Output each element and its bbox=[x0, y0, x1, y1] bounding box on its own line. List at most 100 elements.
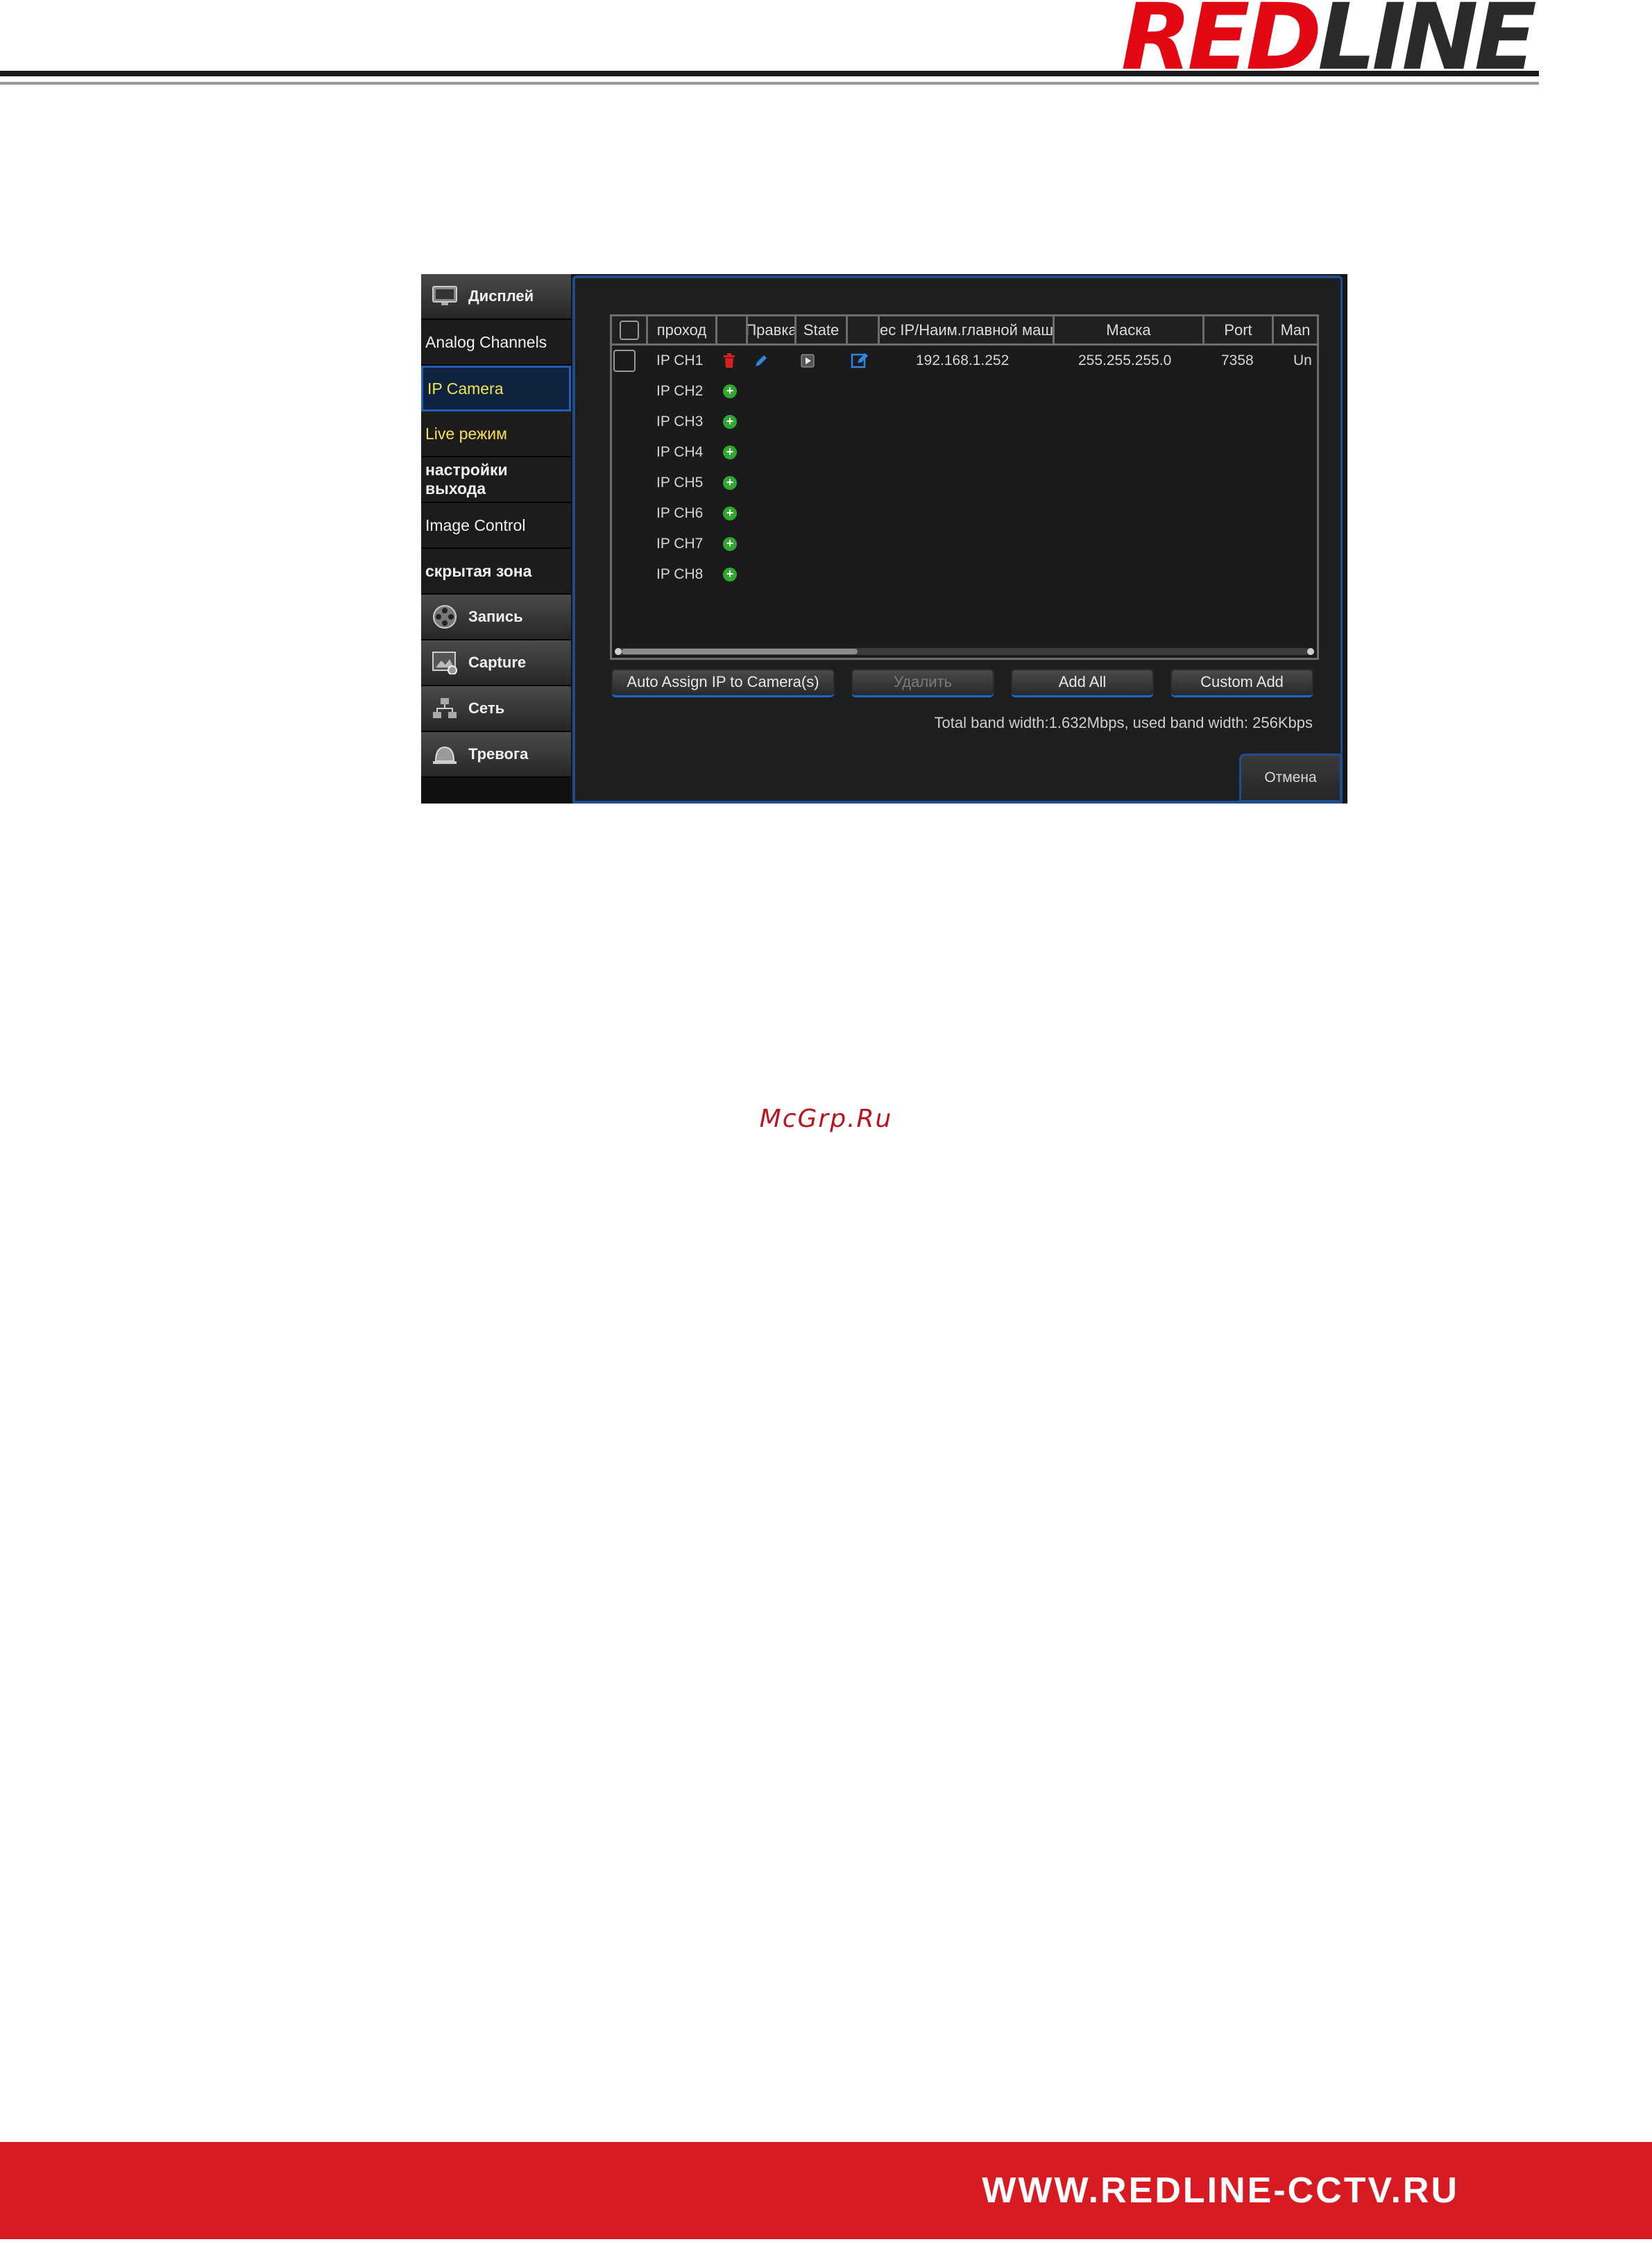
ip-camera-panel: проход Правка State ес IP/Наим.главной м… bbox=[572, 275, 1343, 804]
sidebar-item-label: Тревога bbox=[468, 745, 529, 763]
add-all-button[interactable]: Add All bbox=[1011, 669, 1154, 695]
sidebar-item-capture[interactable]: Capture bbox=[421, 640, 571, 686]
alarm-bell-icon bbox=[431, 742, 459, 766]
sidebar-item-label: Дисплей bbox=[468, 287, 534, 305]
column-header-ip-address: ес IP/Наим.главной маш bbox=[880, 316, 1055, 346]
add-camera-icon[interactable]: + bbox=[723, 437, 737, 467]
column-header-manufacturer: Man bbox=[1274, 316, 1317, 346]
column-header-channel: проход bbox=[648, 316, 717, 346]
sidebar-item-image-control[interactable]: Image Control bbox=[421, 503, 571, 549]
add-camera-icon[interactable]: + bbox=[723, 529, 737, 559]
sidebar-item-display[interactable]: Дисплей bbox=[421, 274, 571, 320]
channel-name: IP CH3 bbox=[656, 413, 704, 430]
custom-add-button[interactable]: Custom Add bbox=[1170, 669, 1313, 695]
sidebar-item-live-mode[interactable]: Live режим bbox=[421, 411, 571, 457]
network-icon bbox=[431, 697, 459, 720]
mask-value: 255.255.255.0 bbox=[1078, 352, 1172, 368]
sidebar-item-label: IP Camera bbox=[427, 379, 504, 398]
sidebar-item-label: Live режим bbox=[425, 424, 507, 443]
table-row: IP CH4 + bbox=[612, 437, 1317, 467]
footer-bar: WWW.REDLINE-CCTV.RU bbox=[0, 2142, 1652, 2239]
column-header-port: Port bbox=[1204, 316, 1274, 346]
auto-assign-ip-button[interactable]: Auto Assign IP to Camera(s) bbox=[611, 669, 835, 695]
table-row: IP CH8 + bbox=[612, 559, 1317, 589]
plus-icon: + bbox=[723, 414, 737, 429]
film-reel-icon bbox=[431, 605, 459, 629]
sidebar-item-label: Image Control bbox=[425, 516, 526, 534]
redline-logo: REDLINE bbox=[1121, 0, 1537, 83]
table-row: IP CH1 192.168.1.252 255.255.255.0 7358 … bbox=[612, 346, 1317, 375]
scroll-right-end bbox=[1307, 648, 1314, 655]
plus-icon: + bbox=[723, 475, 737, 490]
channel-name: IP CH6 bbox=[656, 504, 704, 521]
plus-icon: + bbox=[723, 445, 737, 459]
settings-sidebar: Дисплей Analog Channels IP Camera Live р… bbox=[421, 274, 571, 804]
table-row: IP CH6 + bbox=[612, 498, 1317, 528]
dvr-settings-window: Дисплей Analog Channels IP Camera Live р… bbox=[421, 274, 1347, 804]
add-camera-icon[interactable]: + bbox=[723, 498, 737, 528]
add-camera-icon[interactable]: + bbox=[723, 376, 737, 406]
sidebar-item-label: Сеть bbox=[468, 699, 505, 717]
manufacturer-value: Un bbox=[1293, 352, 1312, 368]
channel-name: IP CH1 bbox=[656, 352, 704, 368]
sidebar-item-label: Запись bbox=[468, 608, 523, 625]
select-all-header bbox=[612, 316, 648, 346]
sidebar-item-label: настройки выхода bbox=[425, 461, 508, 498]
plus-icon: + bbox=[723, 567, 737, 581]
sidebar-item-alarm[interactable]: Тревога bbox=[421, 732, 571, 778]
logo-dark-part: LINE bbox=[1318, 0, 1537, 91]
monitor-icon bbox=[431, 284, 459, 308]
table-row: IP CH7 + bbox=[612, 529, 1317, 559]
table-row: IP CH3 + bbox=[612, 407, 1317, 436]
scroll-left-end bbox=[615, 648, 622, 655]
header-divider-thin bbox=[0, 82, 1539, 85]
row-checkbox[interactable] bbox=[613, 349, 636, 372]
add-camera-icon[interactable]: + bbox=[723, 559, 737, 589]
plus-icon: + bbox=[723, 384, 737, 398]
channel-name: IP CH4 bbox=[656, 443, 704, 460]
channel-name: IP CH2 bbox=[656, 382, 704, 399]
sidebar-item-label: Analog Channels bbox=[425, 332, 547, 351]
play-preview-icon[interactable] bbox=[801, 346, 815, 375]
sidebar-item-record[interactable]: Запись bbox=[421, 595, 571, 640]
sidebar-item-analog-channels[interactable]: Analog Channels bbox=[421, 320, 571, 366]
bandwidth-status: Total band width:1.632Mbps, used band wi… bbox=[934, 714, 1313, 731]
channel-name: IP CH8 bbox=[656, 566, 704, 582]
column-header-blank-2 bbox=[848, 316, 880, 346]
header-divider bbox=[0, 71, 1539, 76]
footer-website-url: WWW.REDLINE-CCTV.RU bbox=[982, 2170, 1459, 2211]
delete-button[interactable]: Удалить bbox=[851, 669, 994, 695]
edit-pencil-icon[interactable] bbox=[753, 346, 769, 375]
picture-icon bbox=[431, 651, 459, 674]
channel-name: IP CH5 bbox=[656, 474, 704, 491]
sidebar-item-label: скрытая зона bbox=[425, 561, 532, 580]
select-all-checkbox[interactable] bbox=[619, 320, 639, 340]
sidebar-item-ip-camera[interactable]: IP Camera bbox=[421, 366, 571, 411]
horizontal-scrollbar[interactable] bbox=[615, 648, 1314, 655]
port-value: 7358 bbox=[1221, 352, 1254, 368]
column-header-edit: Правка bbox=[748, 316, 797, 346]
sidebar-item-output-settings[interactable]: настройки выхода bbox=[421, 457, 571, 503]
plus-icon: + bbox=[723, 506, 737, 520]
logo-red-part: RED bbox=[1121, 0, 1322, 91]
table-row: IP CH2 + bbox=[612, 376, 1317, 406]
ip-address-value: 192.168.1.252 bbox=[916, 352, 1010, 368]
scrollbar-thumb[interactable] bbox=[622, 649, 858, 654]
watermark: McGrp.Ru bbox=[759, 1105, 893, 1133]
column-header-mask: Маска bbox=[1055, 316, 1204, 346]
sidebar-item-network[interactable]: Сеть bbox=[421, 686, 571, 732]
delete-icon[interactable] bbox=[723, 346, 735, 375]
cancel-button[interactable]: Отмена bbox=[1239, 754, 1342, 802]
column-header-blank bbox=[717, 316, 748, 346]
sidebar-item-label: Capture bbox=[468, 654, 527, 671]
add-camera-icon[interactable]: + bbox=[723, 468, 737, 498]
row-checkbox-cell bbox=[613, 346, 636, 375]
channel-name: IP CH7 bbox=[656, 535, 704, 552]
table-row: IP CH5 + bbox=[612, 468, 1317, 498]
ip-camera-table: проход Правка State ес IP/Наим.главной м… bbox=[610, 314, 1319, 660]
plus-icon: + bbox=[723, 536, 737, 551]
column-header-state: State bbox=[797, 316, 848, 346]
sidebar-item-privacy-zone[interactable]: скрытая зона bbox=[421, 549, 571, 595]
config-edit-icon[interactable] bbox=[851, 346, 869, 375]
add-camera-icon[interactable]: + bbox=[723, 407, 737, 436]
